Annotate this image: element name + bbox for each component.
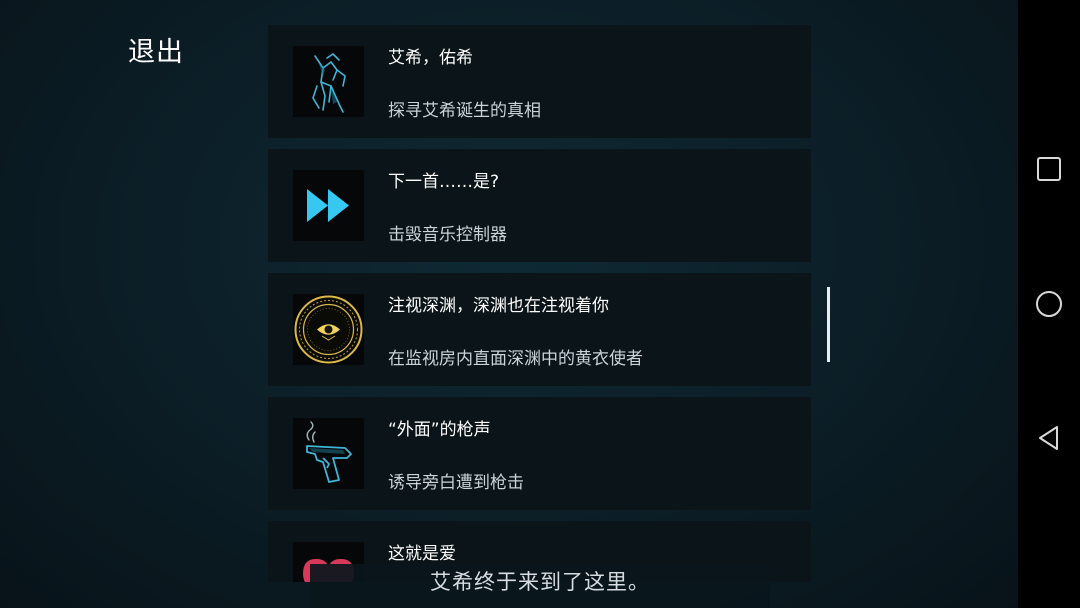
scrollbar[interactable] bbox=[827, 287, 830, 362]
golden-eye-icon bbox=[293, 294, 364, 365]
achievement-item[interactable]: “外面”的枪声 诱导旁白遭到枪击 bbox=[268, 397, 811, 510]
exit-button[interactable]: 退出 bbox=[128, 30, 184, 69]
game-screen: 退出 艾希，佑希 探寻艾希诞生的真相 下一首……是? 击毁音乐控制器 注视深渊，… bbox=[0, 0, 1018, 608]
achievement-title: “外面”的枪声 bbox=[388, 420, 491, 440]
fast-forward-icon bbox=[293, 170, 364, 241]
square-icon bbox=[1037, 157, 1061, 181]
achievement-title: 艾希，佑希 bbox=[388, 48, 473, 68]
triangle-back-icon bbox=[1039, 426, 1058, 450]
circle-icon bbox=[1036, 291, 1062, 317]
achievement-description: 诱导旁白遭到枪击 bbox=[388, 473, 524, 493]
achievement-item[interactable]: 下一首……是? 击毁音乐控制器 bbox=[268, 149, 811, 262]
home-button[interactable] bbox=[1035, 290, 1063, 318]
smoking-pistol-icon bbox=[293, 418, 364, 489]
achievement-description: 在监视房内直面深渊中的黄衣使者 bbox=[388, 349, 643, 369]
narration-subtitle: 艾希终于来到了这里。 bbox=[430, 570, 650, 594]
achievement-description: 探寻艾希诞生的真相 bbox=[388, 101, 541, 121]
achievement-title: 注视深渊，深渊也在注视着你 bbox=[388, 296, 609, 316]
recent-apps-button[interactable] bbox=[1035, 155, 1063, 183]
achievement-list[interactable]: 艾希，佑希 探寻艾希诞生的真相 下一首……是? 击毁音乐控制器 注视深渊，深渊也… bbox=[268, 25, 811, 582]
achievement-item[interactable]: 注视深渊，深渊也在注视着你 在监视房内直面深渊中的黄衣使者 bbox=[268, 273, 811, 386]
achievement-item[interactable]: 艾希，佑希 探寻艾希诞生的真相 bbox=[268, 25, 811, 138]
achievement-title: 这就是爱 bbox=[388, 544, 456, 564]
winged-figure-icon bbox=[293, 46, 364, 117]
achievement-title: 下一首……是? bbox=[388, 172, 500, 192]
back-button[interactable] bbox=[1035, 424, 1063, 452]
achievement-description: 击毁音乐控制器 bbox=[388, 225, 507, 245]
android-navigation-bar bbox=[1018, 0, 1080, 608]
